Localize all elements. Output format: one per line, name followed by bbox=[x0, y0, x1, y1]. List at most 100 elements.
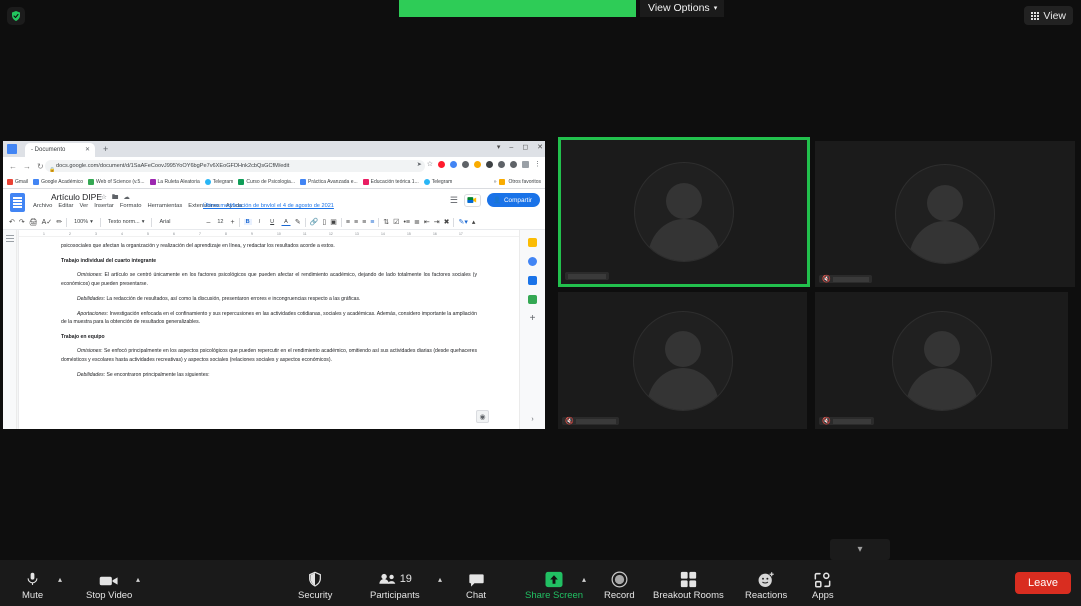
google-docs-icon[interactable] bbox=[10, 193, 25, 212]
extension-icon-4[interactable] bbox=[486, 161, 493, 168]
close-icon[interactable]: ✕ bbox=[537, 143, 543, 151]
participant-tile[interactable]: 🔇 bbox=[558, 292, 807, 429]
chevron-down-icon[interactable]: ▾ bbox=[830, 539, 890, 560]
redo-icon[interactable]: ↷ bbox=[19, 218, 25, 226]
document-page[interactable]: 1234567891011121314151617 psicosociales … bbox=[19, 230, 519, 429]
google-calendar-icon[interactable] bbox=[528, 257, 537, 266]
chevron-right-icon[interactable]: » bbox=[494, 179, 497, 185]
google-keep-icon[interactable] bbox=[528, 238, 537, 247]
print-icon[interactable]: 🖨 bbox=[29, 218, 38, 226]
star-icon[interactable]: ☆ bbox=[427, 160, 433, 168]
participants-options-caret[interactable]: ▴ bbox=[438, 575, 442, 584]
extension-icon-3[interactable] bbox=[474, 161, 481, 168]
minus-icon[interactable]: – bbox=[206, 219, 210, 226]
participants-button[interactable]: 19 Participants bbox=[370, 570, 420, 601]
maximize-icon[interactable]: ◻ bbox=[522, 143, 528, 151]
reload-icon[interactable]: ↻ bbox=[37, 162, 44, 171]
participant-tile[interactable]: 🔇 bbox=[815, 292, 1068, 429]
close-icon[interactable]: ✕ bbox=[85, 147, 91, 153]
font-select[interactable]: Arial bbox=[156, 218, 202, 226]
align-left-icon[interactable]: ≡ bbox=[346, 219, 350, 226]
spellcheck-icon[interactable]: A✓ bbox=[42, 218, 53, 226]
google-meet-icon[interactable] bbox=[464, 194, 481, 207]
bookmark-item[interactable]: Google Académico bbox=[33, 179, 83, 185]
bookmark-item[interactable]: Práctica Avanzada e... bbox=[300, 179, 358, 185]
add-ons-plus-icon[interactable]: + bbox=[530, 314, 536, 323]
participant-tile[interactable]: 🔇 bbox=[815, 141, 1075, 287]
plus-icon[interactable]: + bbox=[103, 144, 108, 154]
arrow-right-icon[interactable]: → bbox=[23, 162, 31, 171]
bold-button[interactable]: B bbox=[244, 219, 252, 225]
browser-tab[interactable]: - Documento ✕ bbox=[25, 143, 95, 157]
font-size-input[interactable]: 12 bbox=[214, 218, 226, 226]
line-spacing-icon[interactable]: ⇅ bbox=[383, 218, 389, 226]
bookmark-item[interactable]: Telegram bbox=[424, 179, 453, 185]
extension-icon-5[interactable] bbox=[498, 161, 505, 168]
align-justify-icon[interactable]: ≡ bbox=[370, 219, 374, 226]
text-color-button[interactable]: A bbox=[281, 218, 291, 226]
menu-archivo[interactable]: Archivo bbox=[33, 203, 52, 209]
audio-options-caret[interactable]: ▴ bbox=[58, 575, 62, 584]
italic-button[interactable]: I bbox=[256, 218, 264, 226]
indent-decrease-icon[interactable]: ⇤ bbox=[424, 218, 430, 226]
chevron-down-icon[interactable]: ▾ bbox=[497, 143, 501, 151]
menu-formato[interactable]: Formato bbox=[120, 203, 142, 209]
paragraph-style-select[interactable]: Texto norm...▾ bbox=[105, 218, 148, 226]
extension-icon-2[interactable] bbox=[462, 161, 469, 168]
insert-image-icon[interactable]: ▣ bbox=[330, 218, 337, 226]
undo-icon[interactable]: ↶ bbox=[9, 218, 15, 226]
share-screen-button[interactable]: Share Screen bbox=[525, 570, 583, 601]
bookmark-item[interactable]: Gmail bbox=[7, 179, 28, 185]
menu-herramientas[interactable]: Herramientas bbox=[147, 203, 182, 209]
opera-extension-icon[interactable] bbox=[438, 161, 445, 168]
record-button[interactable]: Record bbox=[604, 570, 635, 601]
view-button[interactable]: View bbox=[1024, 6, 1073, 25]
shared-screen-content[interactable]: - Documento ✕ + ▾ – ◻ ✕ ← → ↻ 🔒 docs.goo… bbox=[3, 141, 545, 429]
video-options-caret[interactable]: ▴ bbox=[136, 575, 140, 584]
kebab-menu-icon[interactable]: ⋮ bbox=[534, 160, 541, 168]
link-icon[interactable]: 🔗 bbox=[310, 218, 319, 226]
align-right-icon[interactable]: ≡ bbox=[362, 219, 366, 226]
google-contacts-icon[interactable] bbox=[528, 276, 537, 285]
mute-button[interactable]: Mute bbox=[22, 570, 43, 601]
leave-button[interactable]: Leave bbox=[1015, 572, 1071, 594]
share-button[interactable]: 👤 Compartir bbox=[487, 193, 540, 207]
google-maps-icon[interactable] bbox=[528, 295, 537, 304]
clear-formatting-icon[interactable]: ✖ bbox=[444, 218, 450, 226]
numbered-list-icon[interactable]: ≣ bbox=[414, 218, 420, 226]
bookmark-item[interactable]: Web of Science (v.5... bbox=[88, 179, 144, 185]
chevron-up-icon[interactable]: ▴ bbox=[472, 218, 476, 226]
last-edit-label[interactable]: Última modificación de bnvlol el 4 de ag… bbox=[203, 203, 334, 209]
editing-mode-icon[interactable]: ✎▾ bbox=[458, 218, 467, 226]
document-outline-icon[interactable] bbox=[6, 235, 14, 242]
bookmark-item[interactable]: Curso de Psicologia... bbox=[238, 179, 295, 185]
explore-icon[interactable]: ◉ bbox=[476, 410, 489, 423]
view-options-button[interactable]: View Options ▾ bbox=[640, 0, 724, 17]
bookmark-item[interactable]: La Ruleta Aleatoria bbox=[150, 179, 200, 185]
bulleted-list-icon[interactable]: •≡ bbox=[403, 219, 410, 226]
participant-tile-active[interactable] bbox=[558, 137, 810, 287]
other-bookmarks[interactable]: » Otros favoritos bbox=[494, 179, 541, 185]
security-button[interactable]: Security bbox=[298, 570, 332, 601]
document-text[interactable]: psicosociales que afectan la organizació… bbox=[19, 237, 519, 380]
document-canvas[interactable]: 1234567891011121314151617 psicosociales … bbox=[3, 230, 545, 429]
highlight-icon[interactable]: ✎ bbox=[295, 218, 301, 226]
document-title[interactable]: Artículo DIPE bbox=[51, 192, 102, 202]
reactions-button[interactable]: Reactions bbox=[745, 570, 787, 601]
url-input[interactable]: 🔒 docs.google.com/document/d/1SaAFeCoovJ… bbox=[45, 160, 425, 172]
stop-video-button[interactable]: Stop Video bbox=[86, 570, 132, 601]
checklist-icon[interactable]: ☑ bbox=[393, 218, 399, 226]
comment-history-icon[interactable]: ☰ bbox=[450, 195, 458, 206]
menu-ver[interactable]: Ver bbox=[80, 203, 89, 209]
sidebar-expand-icon[interactable]: › bbox=[531, 416, 533, 423]
breakout-rooms-button[interactable]: Breakout Rooms bbox=[653, 570, 724, 601]
arrow-left-icon[interactable]: ← bbox=[9, 162, 17, 171]
bookmark-item[interactable]: Telegram bbox=[205, 179, 234, 185]
share-page-icon[interactable]: ➤ bbox=[417, 161, 422, 168]
extension-icon-1[interactable] bbox=[450, 161, 457, 168]
chat-button[interactable]: Chat bbox=[466, 570, 486, 601]
profile-avatar[interactable] bbox=[522, 161, 529, 168]
indent-increase-icon[interactable]: ⇥ bbox=[434, 218, 440, 226]
bookmark-item[interactable]: Educación teórica 1... bbox=[363, 179, 419, 185]
underline-button[interactable]: U bbox=[267, 218, 277, 226]
